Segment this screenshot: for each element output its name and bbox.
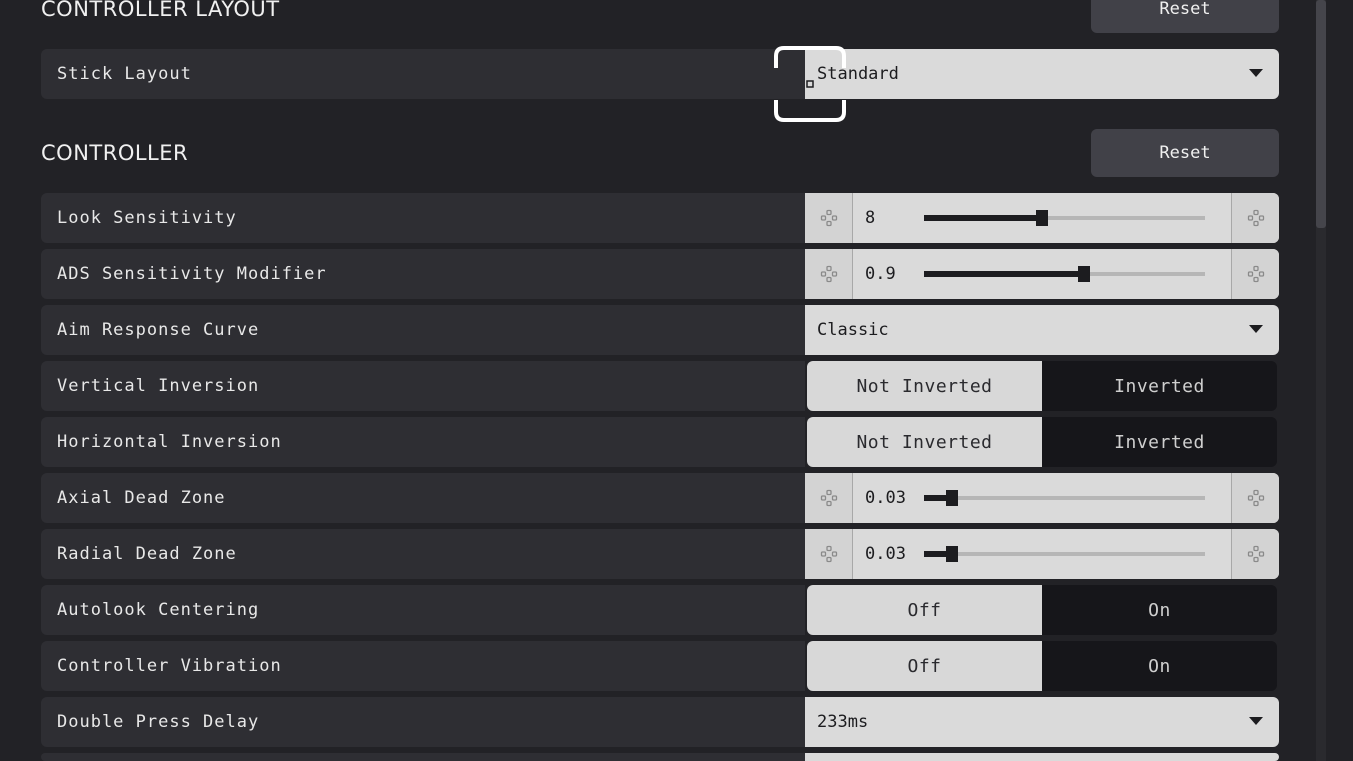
caret-down-icon [1249, 69, 1263, 77]
setting-row-aim-response-curve: Aim Response Curve Classic [41, 305, 1279, 355]
slider-thumb[interactable] [946, 490, 958, 506]
setting-row-horizontal-inversion: Horizontal Inversion Not Inverted Invert… [41, 417, 1279, 467]
decrease-button[interactable] [805, 473, 853, 523]
gamepad-dpad-icon [1247, 265, 1264, 283]
toggle-option-inverted[interactable]: Inverted [1042, 361, 1277, 411]
gamepad-dpad-icon [820, 265, 837, 283]
toggle-option-on[interactable]: On [1042, 585, 1277, 635]
dropdown-value: 233ms [817, 712, 869, 732]
setting-label: Axial Dead Zone [41, 473, 805, 523]
controller-vibration-toggle: Off On [807, 641, 1277, 691]
setting-label: Vertical Inversion [41, 361, 805, 411]
setting-row-stick-layout: Stick Layout Standard [41, 49, 1279, 99]
caret-down-icon [1249, 325, 1263, 333]
double-press-delay-dropdown[interactable]: 233ms [805, 697, 1279, 747]
slider-thumb[interactable] [946, 546, 958, 562]
setting-row-radial-dead-zone: Radial Dead Zone 0.03 [41, 529, 1279, 579]
aim-response-curve-dropdown[interactable]: Classic [805, 305, 1279, 355]
slider-thumb[interactable] [1036, 210, 1048, 226]
decrease-button[interactable] [805, 193, 853, 243]
setting-label: ADS Sensitivity Modifier [41, 249, 805, 299]
look-sensitivity-slider-control: 8 [805, 193, 1279, 243]
increase-button[interactable] [1231, 473, 1279, 523]
decrease-button[interactable] [805, 529, 853, 579]
look-sensitivity-slider[interactable] [924, 210, 1205, 226]
gamepad-dpad-icon [1247, 545, 1264, 563]
setting-row-vertical-inversion: Vertical Inversion Not Inverted Inverted [41, 361, 1279, 411]
slider-fill [924, 215, 1042, 221]
gamepad-dpad-icon [1247, 489, 1264, 507]
decrease-button[interactable] [805, 249, 853, 299]
section-title-controller: CONTROLLER [41, 141, 189, 165]
stick-layout-dropdown[interactable]: Standard [805, 49, 1279, 99]
setting-label: Stick Layout [41, 49, 805, 99]
setting-row-axial-dead-zone: Axial Dead Zone 0.03 [41, 473, 1279, 523]
increase-button[interactable] [1231, 249, 1279, 299]
slider-value: 0.03 [865, 544, 906, 564]
reset-layout-button[interactable]: Reset [1091, 0, 1279, 33]
axial-dead-zone-slider-control: 0.03 [805, 473, 1279, 523]
setting-row-double-press-delay: Double Press Delay 233ms [41, 697, 1279, 747]
gamepad-dpad-icon [820, 489, 837, 507]
caret-down-icon [1249, 717, 1263, 725]
setting-label: Radial Dead Zone [41, 529, 805, 579]
autolook-centering-toggle: Off On [807, 585, 1277, 635]
slider-value: 0.03 [865, 488, 906, 508]
section-title-controller-layout: CONTROLLER LAYOUT [41, 0, 280, 21]
vertical-inversion-toggle: Not Inverted Inverted [807, 361, 1277, 411]
toggle-option-off[interactable]: Off [807, 585, 1042, 635]
setting-label: Look Sensitivity [41, 193, 805, 243]
horizontal-inversion-toggle: Not Inverted Inverted [807, 417, 1277, 467]
setting-label: Horizontal Inversion [41, 417, 805, 467]
setting-row-look-sensitivity: Look Sensitivity 8 [41, 193, 1279, 243]
radial-dead-zone-slider[interactable] [924, 546, 1205, 562]
setting-label: Controller Vibration [41, 641, 805, 691]
scrollbar-thumb[interactable] [1316, 0, 1326, 228]
toggle-option-inverted[interactable]: Inverted [1042, 417, 1277, 467]
dropdown-value: Standard [817, 64, 899, 84]
setting-label: Aim Response Curve [41, 305, 805, 355]
ads-modifier-slider-control: 0.9 [805, 249, 1279, 299]
slider-value: 8 [865, 208, 876, 228]
setting-label: Autolook Centering [41, 585, 805, 635]
gamepad-dpad-icon [820, 545, 837, 563]
reset-controller-button[interactable]: Reset [1091, 129, 1279, 177]
toggle-option-not-inverted[interactable]: Not Inverted [807, 417, 1042, 467]
increase-button[interactable] [1231, 529, 1279, 579]
increase-button[interactable] [1231, 193, 1279, 243]
setting-label [41, 753, 805, 761]
toggle-option-on[interactable]: On [1042, 641, 1277, 691]
dropdown-value: Classic [817, 320, 889, 340]
gamepad-dpad-icon [820, 209, 837, 227]
slider-fill [924, 271, 1084, 277]
setting-row-controller-vibration: Controller Vibration Off On [41, 641, 1279, 691]
gamepad-dpad-icon [1247, 209, 1264, 227]
slider-thumb[interactable] [1078, 266, 1090, 282]
partial-control [805, 753, 1279, 761]
toggle-option-not-inverted[interactable]: Not Inverted [807, 361, 1042, 411]
setting-label: Double Press Delay [41, 697, 805, 747]
ads-modifier-slider[interactable] [924, 266, 1205, 282]
setting-row-next-partial [41, 753, 1279, 761]
setting-row-autolook-centering: Autolook Centering Off On [41, 585, 1279, 635]
radial-dead-zone-slider-control: 0.03 [805, 529, 1279, 579]
slider-value: 0.9 [865, 264, 896, 284]
setting-row-ads-sensitivity-modifier: ADS Sensitivity Modifier 0.9 [41, 249, 1279, 299]
axial-dead-zone-slider[interactable] [924, 490, 1205, 506]
toggle-option-off[interactable]: Off [807, 641, 1042, 691]
